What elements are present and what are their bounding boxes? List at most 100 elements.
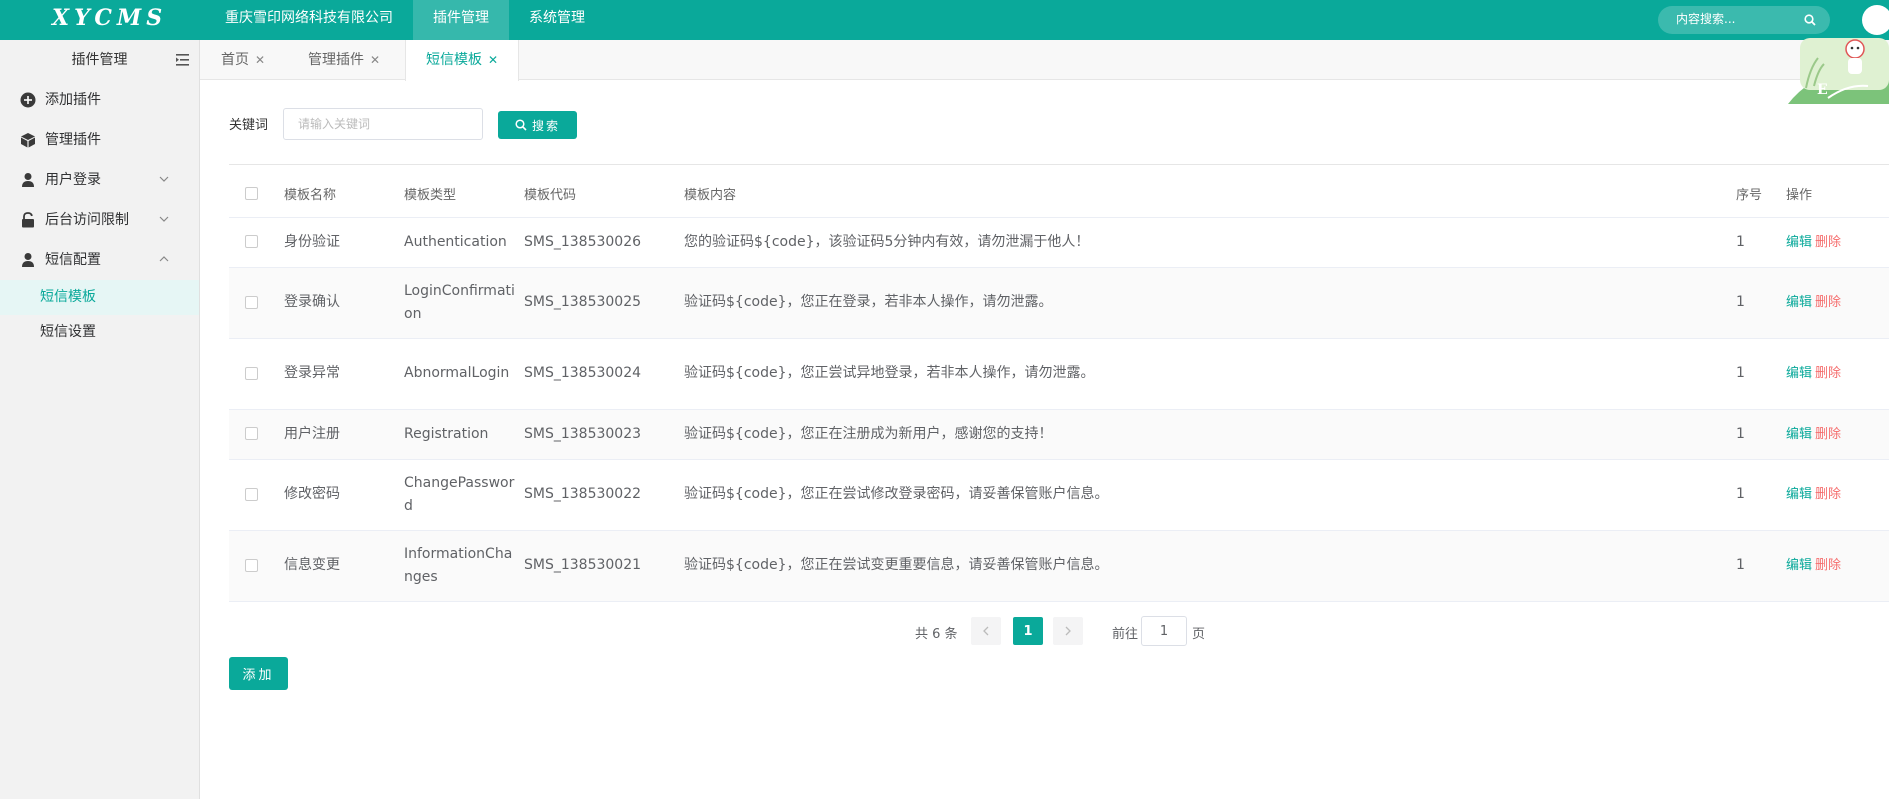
search-button-label: 搜索 (531, 118, 560, 133)
sidebar-subitem-sms-settings[interactable]: 短信设置 (0, 315, 199, 350)
chevron-left-icon (983, 626, 989, 636)
sidebar: 插件管理 添加插件 管理插件 用户登录 后台访问限制 短信配置 短信模板 短信设… (0, 40, 200, 799)
sidebar-item-user-login[interactable]: 用户登录 (0, 160, 199, 200)
edit-link[interactable]: 编辑 (1786, 427, 1812, 442)
close-icon[interactable]: ✕ (488, 53, 498, 67)
col-header-name: 模板名称 (284, 171, 404, 218)
col-header-type: 模板类型 (404, 171, 524, 218)
cell-type: Registration (404, 409, 524, 460)
sidebar-item-access-limit[interactable]: 后台访问限制 (0, 200, 199, 240)
sidebar-item-manage-plugin[interactable]: 管理插件 (0, 120, 199, 160)
table-row: 用户注册 Registration SMS_138530023 验证码${cod… (229, 409, 1889, 460)
cell-content: 验证码${code}，您正在尝试变更重要信息，请妥善保管账户信息。 (684, 530, 1736, 602)
cell-name: 登录确认 (284, 267, 404, 339)
row-checkbox[interactable] (245, 295, 258, 309)
cell-name: 修改密码 (284, 459, 404, 531)
tab-home[interactable]: 首页 ✕ (221, 40, 265, 80)
sidebar-subitem-sms-template[interactable]: 短信模板 (0, 280, 199, 315)
chevron-up-icon (159, 256, 169, 262)
svg-text:E: E (1817, 82, 1828, 98)
delete-link[interactable]: 删除 (1815, 558, 1841, 573)
table-row: 登录确认 LoginConfirmation SMS_138530025 验证码… (229, 267, 1889, 339)
pagination-goto-label: 前往 (1112, 627, 1139, 642)
add-button[interactable]: 添加 (229, 657, 288, 690)
table-row: 身份验证 Authentication SMS_138530026 您的验证码$… (229, 217, 1889, 268)
top-search-input[interactable] (1676, 12, 1796, 26)
cell-content: 验证码${code}，您正尝试异地登录，若非本人操作，请勿泄露。 (684, 338, 1736, 410)
row-checkbox[interactable] (245, 427, 258, 440)
cell-seq: 1 (1736, 267, 1786, 339)
row-checkbox[interactable] (245, 366, 258, 380)
table-row: 信息变更 InformationChanges SMS_138530021 验证… (229, 530, 1889, 602)
delete-link[interactable]: 删除 (1815, 487, 1841, 502)
row-checkbox[interactable] (245, 558, 258, 572)
search-icon (515, 119, 527, 131)
tab-sms-template[interactable]: 短信模板 ✕ (405, 40, 520, 81)
select-all-checkbox[interactable] (245, 187, 258, 201)
pagination-total: 共 6 条 (915, 627, 958, 642)
sidebar-item-add-plugin[interactable]: 添加插件 (0, 80, 199, 120)
cell-seq: 1 (1736, 459, 1786, 531)
row-checkbox[interactable] (245, 235, 258, 248)
sidebar-item-label: 用户登录 (45, 172, 101, 188)
close-icon[interactable]: ✕ (255, 53, 265, 67)
pagination-goto-input[interactable] (1141, 616, 1187, 646)
edit-link[interactable]: 编辑 (1786, 487, 1812, 502)
edit-link[interactable]: 编辑 (1786, 295, 1812, 310)
row-checkbox[interactable] (245, 487, 258, 501)
edit-link[interactable]: 编辑 (1786, 366, 1812, 381)
table-header-row: 模板名称 模板类型 模板代码 模板内容 序号 操作 (229, 171, 1889, 218)
table-row: 登录异常 AbnormalLogin SMS_138530024 验证码${co… (229, 338, 1889, 410)
cell-seq: 1 (1736, 217, 1786, 268)
close-icon[interactable]: ✕ (370, 53, 380, 67)
edit-link[interactable]: 编辑 (1786, 558, 1812, 573)
cube-icon (21, 133, 35, 148)
cell-type: AbnormalLogin (404, 338, 524, 410)
col-header-code: 模板代码 (524, 171, 684, 218)
sidebar-item-label: 管理插件 (45, 132, 101, 148)
col-header-ops: 操作 (1786, 171, 1889, 218)
keyword-label: 关键词 (229, 118, 269, 133)
col-header-content: 模板内容 (684, 171, 1736, 218)
cell-name: 身份验证 (284, 217, 404, 268)
pagination-prev-button[interactable] (971, 617, 1001, 645)
keyword-input[interactable] (283, 108, 483, 140)
sidebar-item-label: 后台访问限制 (45, 212, 129, 228)
cell-code: SMS_138530023 (524, 409, 684, 460)
sms-template-table: 模板名称 模板类型 模板代码 模板内容 序号 操作 身份验证 Authentic… (229, 171, 1889, 602)
sidebar-item-sms-config[interactable]: 短信配置 (0, 240, 199, 280)
topnav-item-company[interactable]: 重庆雪印网络科技有限公司 (205, 0, 413, 40)
delete-link[interactable]: 删除 (1815, 366, 1841, 381)
cell-seq: 1 (1736, 530, 1786, 602)
decorative-sticker-icon: E (1788, 38, 1889, 104)
cell-type: InformationChanges (404, 530, 524, 602)
delete-link[interactable]: 删除 (1815, 295, 1841, 310)
cell-content: 验证码${code}，您正在注册成为新用户，感谢您的支持！ (684, 409, 1736, 460)
pagination-page-1[interactable]: 1 (1013, 617, 1043, 645)
menu-toggle-icon[interactable] (176, 54, 189, 66)
cell-type: ChangePassword (404, 459, 524, 531)
cell-type: Authentication (404, 217, 524, 268)
lock-icon (22, 212, 34, 228)
delete-link[interactable]: 删除 (1815, 427, 1841, 442)
pagination-next-button[interactable] (1053, 617, 1083, 645)
cell-code: SMS_138530026 (524, 217, 684, 268)
cell-content: 您的验证码${code}，该验证码5分钟内有效，请勿泄漏于他人！ (684, 217, 1736, 268)
edit-link[interactable]: 编辑 (1786, 235, 1812, 250)
col-header-seq: 序号 (1736, 171, 1786, 218)
search-button[interactable]: 搜索 (498, 111, 577, 139)
divider (229, 164, 1889, 165)
topnav-item-system[interactable]: 系统管理 (509, 0, 605, 40)
tab-bar: 首页 ✕ 管理插件 ✕ 短信模板 ✕ (200, 40, 1889, 81)
cell-code: SMS_138530024 (524, 338, 684, 410)
cell-type: LoginConfirmation (404, 267, 524, 339)
cell-name: 信息变更 (284, 530, 404, 602)
delete-link[interactable]: 删除 (1815, 235, 1841, 250)
search-icon[interactable] (1804, 14, 1816, 26)
sidebar-title: 插件管理 (71, 52, 128, 68)
topnav-item-plugins[interactable]: 插件管理 (413, 0, 509, 40)
tab-manage-plugin[interactable]: 管理插件 ✕ (308, 40, 380, 80)
cell-name: 登录异常 (284, 338, 404, 410)
user-icon (22, 253, 34, 267)
app-logo[interactable]: XYCMS (52, 5, 167, 31)
